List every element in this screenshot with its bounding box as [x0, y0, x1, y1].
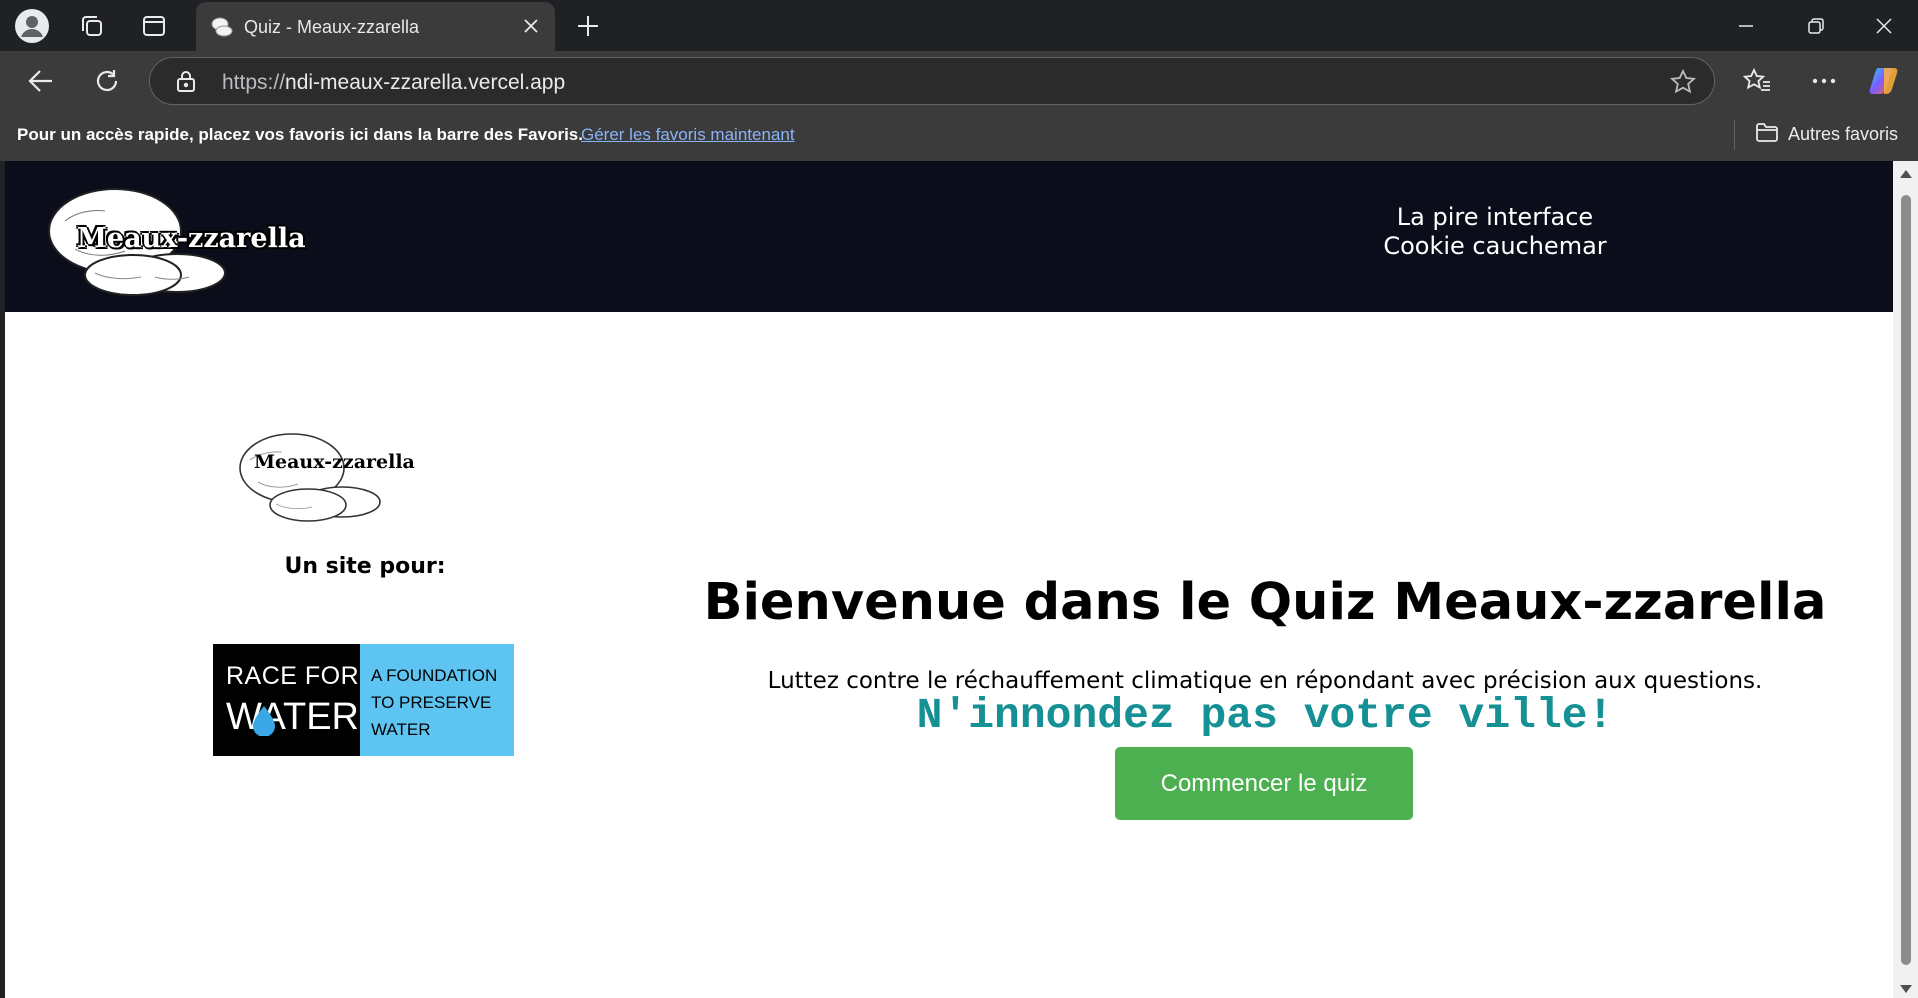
race-for-water-logo[interactable]: RACE FOR WATER A FOUNDATION TO PRESERVE …	[213, 644, 514, 756]
tab-bar: Quiz - Meaux-zzarella	[0, 0, 1918, 51]
close-window-button[interactable]	[1849, 0, 1918, 51]
site-header: Meaux-zzarella La pire interface Cookie …	[5, 161, 1893, 312]
water-drop-icon	[253, 706, 275, 736]
profile-icon[interactable]	[14, 8, 50, 44]
page-viewport: Meaux-zzarella La pire interface Cookie …	[5, 161, 1893, 998]
tagline-line-2: TO PRESERVE	[371, 693, 492, 712]
header-nav: La pire interface Cookie cauchemar	[1295, 203, 1695, 261]
address-bar[interactable]: https://ndi-meaux-zzarella.vercel.app	[149, 57, 1715, 105]
tab-title: Quiz - Meaux-zzarella	[244, 17, 420, 37]
nav-link-cookie-cauchemar[interactable]: Cookie cauchemar	[1295, 232, 1695, 261]
add-favorite-star-icon[interactable]	[1669, 68, 1697, 100]
site-favicon-icon	[210, 15, 234, 44]
page-scrollbar[interactable]	[1893, 161, 1918, 998]
flood-warning-text: N'innondez pas votre ville!	[916, 691, 1614, 740]
other-favorites-label: Autres favoris	[1788, 124, 1899, 144]
site-for-label: Un site pour:	[284, 554, 446, 579]
favorites-bar: Pour un accès rapide, placez vos favoris…	[0, 111, 1918, 161]
favorites-divider	[1734, 120, 1735, 150]
tagline-line-1: A FOUNDATION	[371, 666, 498, 685]
nav-link-pire-interface[interactable]: La pire interface	[1295, 203, 1695, 232]
favorites-icon[interactable]	[1737, 61, 1777, 101]
header-brand-title[interactable]: Meaux-zzarella	[77, 223, 306, 254]
tagline-line-3: WATER	[371, 720, 431, 739]
lock-icon[interactable]	[176, 70, 196, 97]
other-favorites-button[interactable]: Autres favoris	[1755, 121, 1898, 148]
scrollbar-thumb[interactable]	[1901, 195, 1911, 965]
workspaces-icon[interactable]	[74, 8, 110, 44]
minimize-button[interactable]	[1711, 0, 1781, 51]
tab-actions-icon[interactable]	[136, 8, 172, 44]
favorites-prompt: Pour un accès rapide, placez vos favoris…	[17, 125, 583, 144]
scroll-up-arrow-icon[interactable]	[1899, 169, 1913, 179]
water-text: WATER	[226, 696, 359, 738]
scroll-down-arrow-icon[interactable]	[1899, 984, 1913, 994]
refresh-button[interactable]	[87, 61, 127, 101]
page-title: Bienvenue dans le Quiz Meaux-zzarella	[703, 573, 1827, 632]
url-protocol: https://	[222, 71, 286, 94]
url-text[interactable]: https://ndi-meaux-zzarella.vercel.app	[222, 71, 565, 95]
folder-icon	[1755, 121, 1779, 148]
more-menu-icon[interactable]	[1804, 61, 1844, 101]
sidebar-mozzarella-logo-icon	[239, 433, 381, 522]
new-tab-button[interactable]	[570, 8, 606, 44]
race-for-water-tagline: A FOUNDATION TO PRESERVE WATER	[360, 644, 514, 756]
manage-favorites-link[interactable]: Gérer les favoris maintenant	[581, 125, 795, 145]
race-for-water-mark: RACE FOR WATER	[213, 644, 360, 756]
back-button[interactable]	[21, 61, 61, 101]
url-host: ndi-meaux-zzarella.vercel.app	[285, 71, 566, 94]
close-tab-icon[interactable]	[519, 14, 543, 38]
browser-toolbar: https://ndi-meaux-zzarella.vercel.app	[0, 51, 1918, 111]
race-for-text: RACE FOR	[226, 662, 360, 690]
copilot-icon[interactable]	[1866, 61, 1906, 101]
sidebar-brand-title: Meaux-zzarella	[254, 451, 415, 473]
tab-active[interactable]: Quiz - Meaux-zzarella	[196, 2, 555, 51]
restore-button[interactable]	[1781, 0, 1851, 51]
start-quiz-button[interactable]: Commencer le quiz	[1115, 747, 1413, 820]
